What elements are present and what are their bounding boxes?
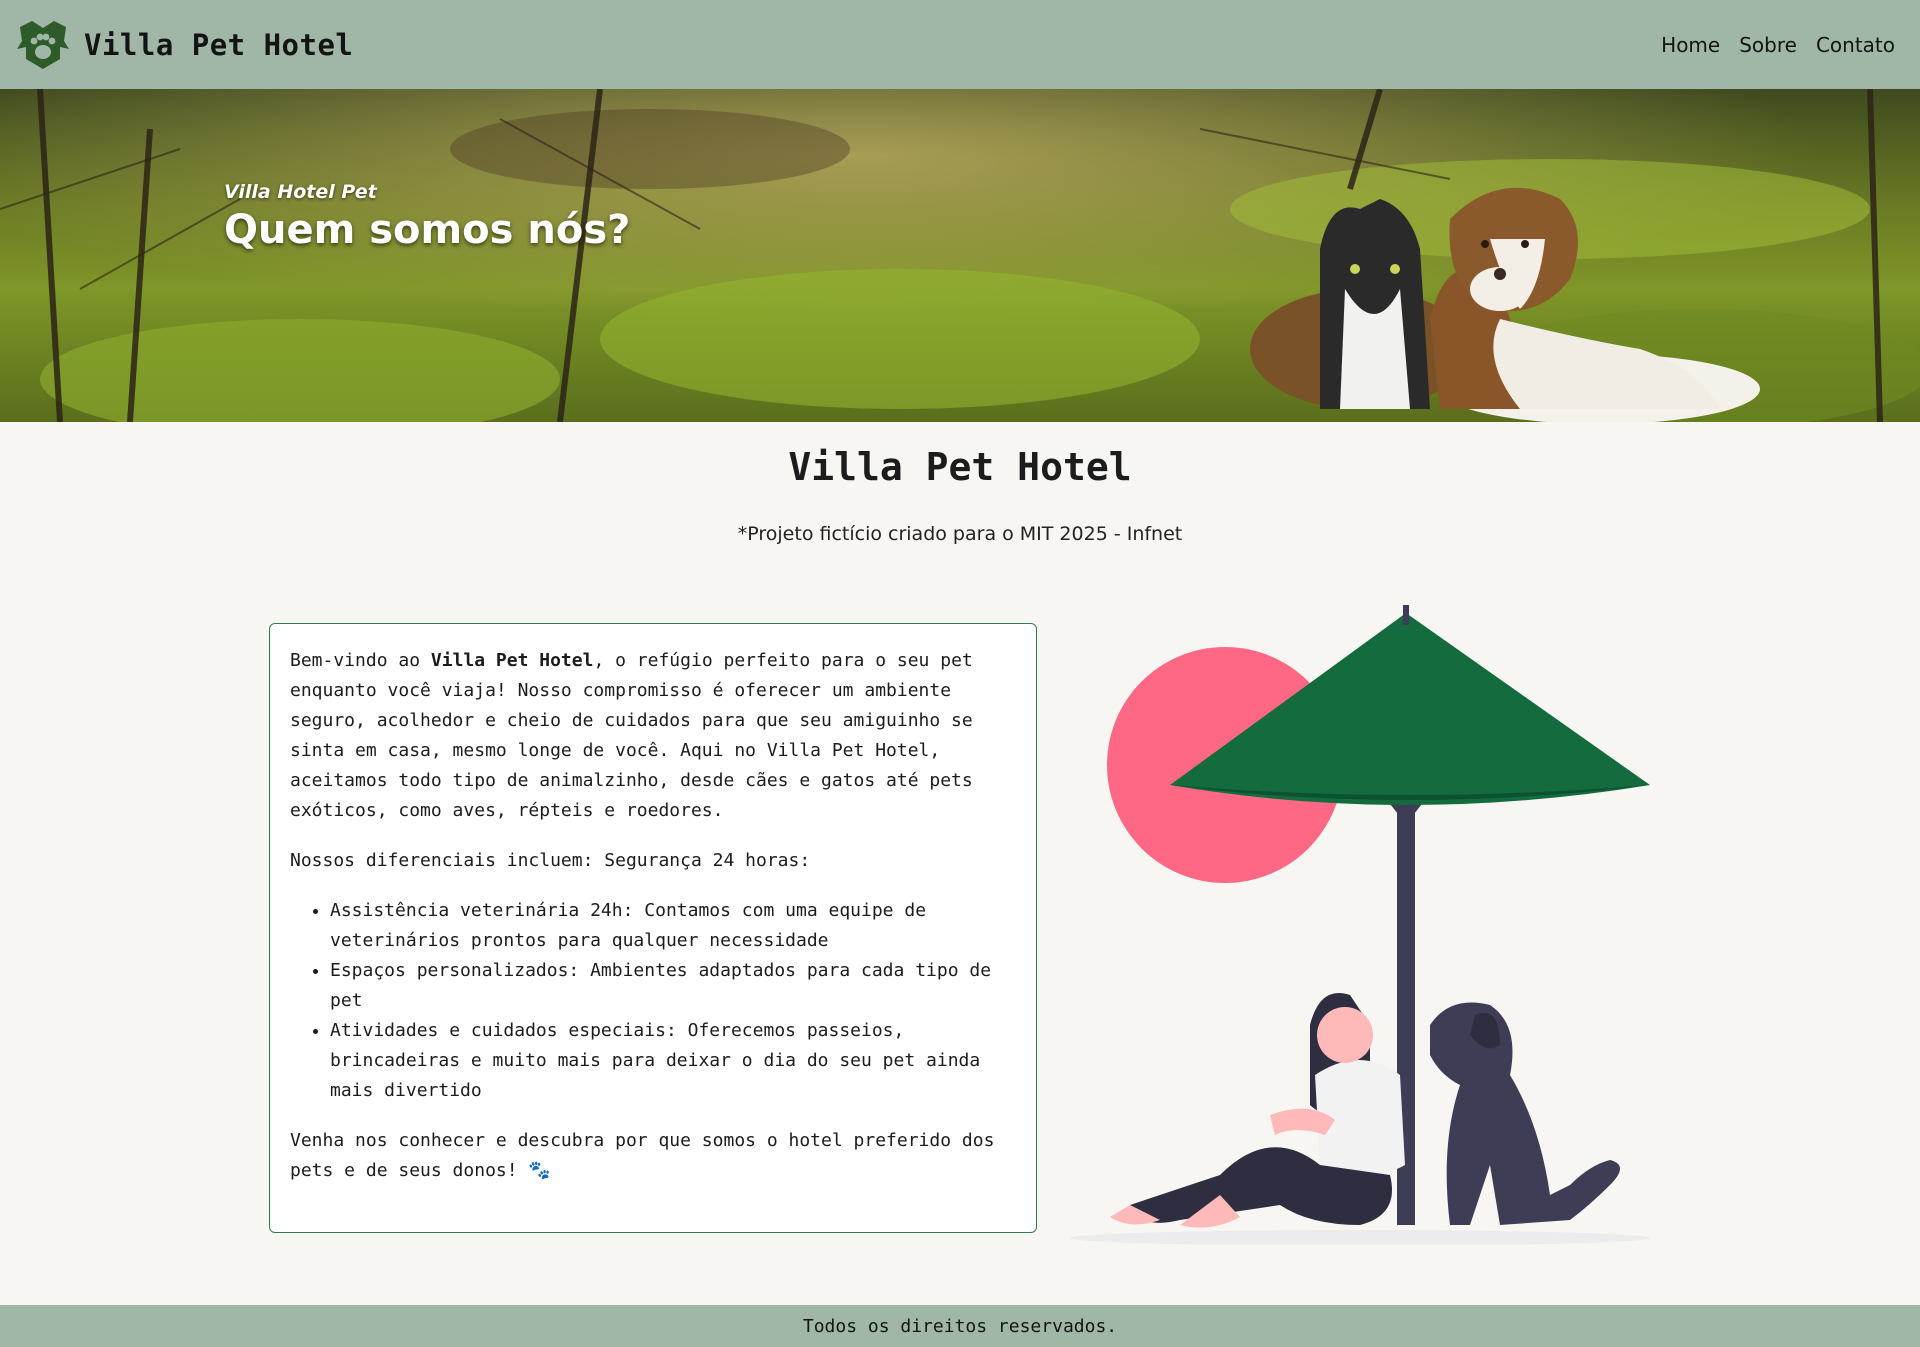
intro-brand: Villa Pet Hotel xyxy=(430,650,594,671)
brand-link[interactable]: Villa Pet Hotel xyxy=(14,19,353,71)
nav-link-sobre[interactable]: Sobre xyxy=(1739,33,1797,57)
closing-paragraph: Venha nos conhecer e descubra por que so… xyxy=(290,1130,995,1181)
feature-item: Espaços personalizados: Ambientes adapta… xyxy=(330,956,1016,1016)
nav-links: Home Sobre Contato xyxy=(1661,33,1895,57)
hero-banner: Villa Hotel Pet Quem somos nós? xyxy=(0,89,1920,422)
page-note: *Projeto fictício criado para o MIT 2025… xyxy=(737,523,1183,545)
hero-text: Villa Hotel Pet Quem somos nós? xyxy=(224,181,630,253)
features-list: Assistência veterinária 24h: Contamos co… xyxy=(330,896,1016,1106)
navbar: Villa Pet Hotel Home Sobre Contato xyxy=(0,0,1920,89)
hero-subtitle: Villa Hotel Pet xyxy=(224,181,377,203)
features-intro: Nossos diferenciais incluem: Segurança 2… xyxy=(290,850,811,871)
hero-forest-photo xyxy=(0,89,1920,422)
woman-figure xyxy=(1110,993,1405,1228)
dog-figure xyxy=(1430,1002,1620,1225)
page-title: Villa Pet Hotel xyxy=(788,445,1132,489)
intro-rest: , o refúgio perfeito para o seu pet enqu… xyxy=(290,650,973,821)
dog-paw-logo-icon xyxy=(17,20,69,69)
nav-link-home[interactable]: Home xyxy=(1661,33,1720,57)
brand-name: Villa Pet Hotel xyxy=(84,27,354,62)
about-card: Bem-vindo ao Villa Pet Hotel, o refúgio … xyxy=(269,623,1037,1233)
intro-prefix: Bem-vindo ao xyxy=(290,650,431,671)
hero-title: Quem somos nós? xyxy=(224,207,631,253)
footer-text: Todos os direitos reservados. xyxy=(802,1315,1118,1337)
feature-item: Atividades e cuidados especiais: Oferece… xyxy=(330,1016,1016,1106)
umbrella-woman-dog-illustration xyxy=(1070,605,1650,1245)
footer: Todos os direitos reservados. xyxy=(0,1305,1920,1347)
nav-link-contato[interactable]: Contato xyxy=(1816,33,1895,57)
feature-item: Assistência veterinária 24h: Contamos co… xyxy=(330,896,1016,956)
intro-paragraph: Bem-vindo ao Villa Pet Hotel, o refúgio … xyxy=(290,646,1016,826)
